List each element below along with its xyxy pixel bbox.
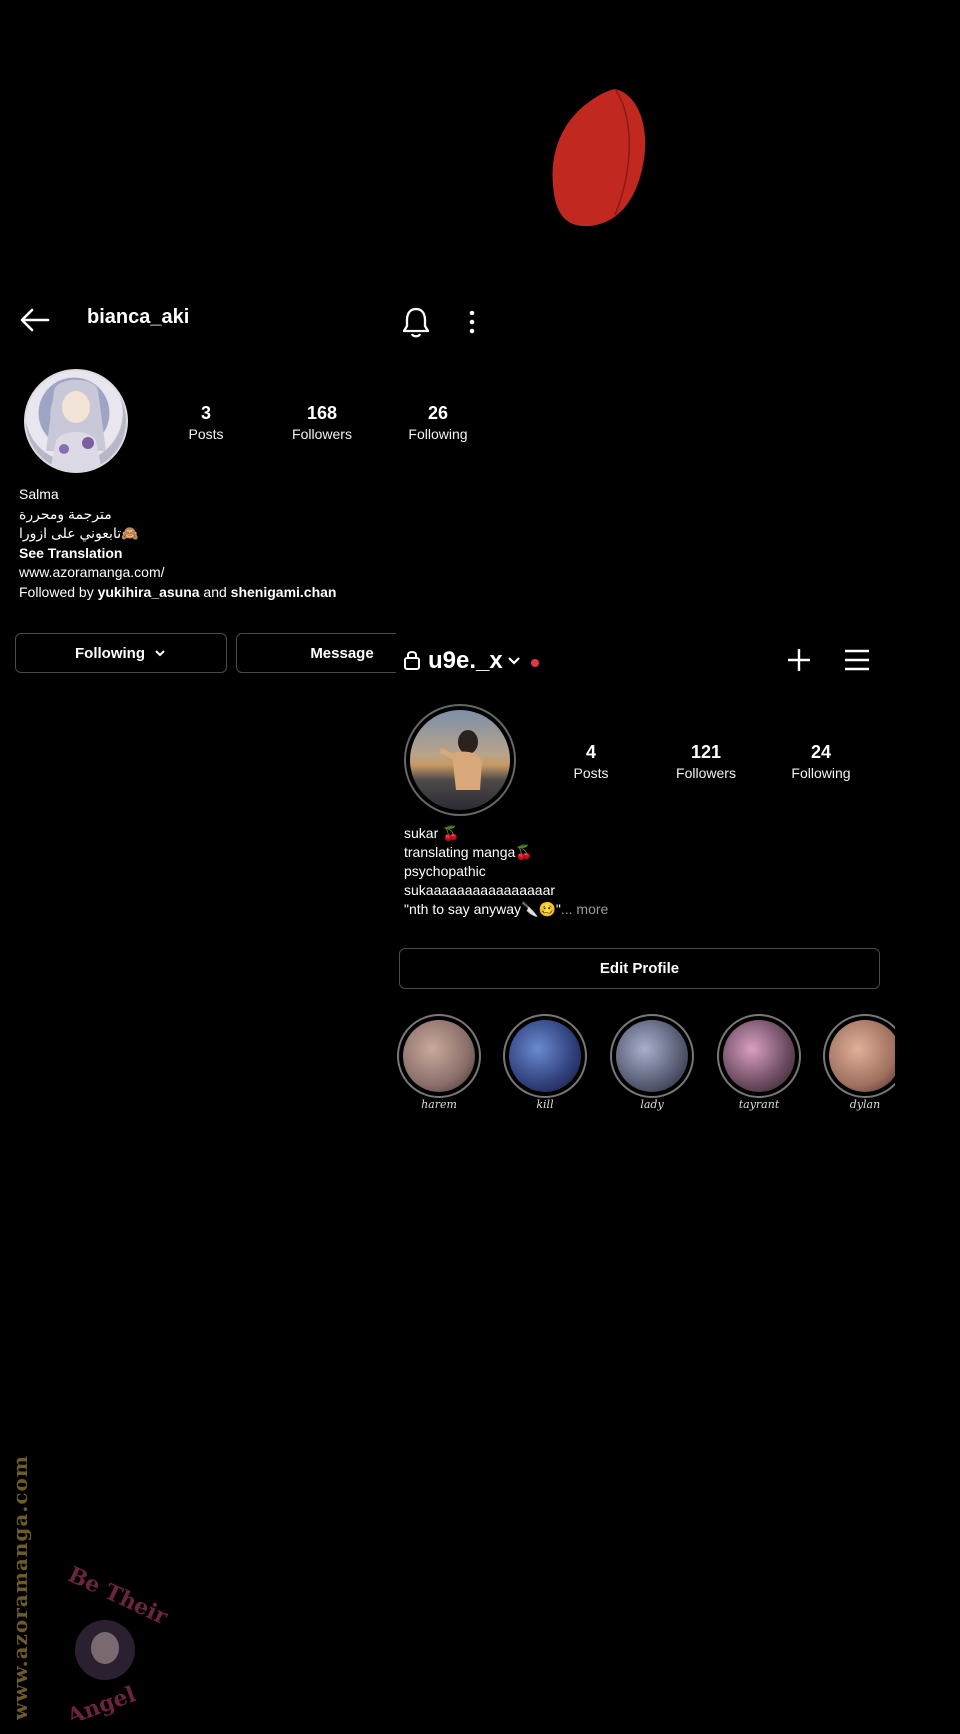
stat-label: Followers [292, 426, 352, 442]
profile-two-avatar[interactable] [410, 710, 510, 810]
svg-text:Angel: Angel [63, 1681, 139, 1720]
highlight-item[interactable]: kill [503, 1014, 587, 1111]
profile-one-bio: Salma مترجمة ومحررة تابعوني على ازورا🙈 S… [19, 485, 336, 602]
profile-two-bio: sukar 🍒 translating manga🍒 psychopathic … [404, 824, 608, 919]
highlight-cover [503, 1014, 587, 1098]
highlight-image [723, 1020, 795, 1092]
bio-line: sukaaaaaaaaaaaaaaaar [404, 882, 556, 898]
profile-one-avatar[interactable] [24, 369, 128, 473]
highlight-item[interactable]: lady [610, 1014, 694, 1111]
highlight-label: dylan [849, 1098, 881, 1111]
profile-one-name: Salma [19, 486, 59, 502]
stat-count: 168 [306, 403, 338, 423]
highlight-label: kill [536, 1098, 554, 1111]
stat-count: 24 [810, 742, 832, 762]
bio-line: "nth to say anyway🔪🥴" [404, 901, 561, 917]
highlight-cover [610, 1014, 694, 1098]
stat-label: Following [408, 426, 468, 442]
svg-text:Be Their: Be Their [64, 1562, 172, 1631]
bio-line-last: "nth to say anyway🔪🥴"... more [404, 900, 608, 919]
watermark-logo: Be Their Angel [63, 1562, 172, 1720]
edit-profile-button[interactable]: Edit Profile [399, 948, 880, 989]
stat-count: 4 [585, 742, 596, 762]
notification-dot [531, 659, 539, 667]
stat-label: Following [791, 765, 851, 781]
back-arrow-icon[interactable] [18, 303, 52, 337]
message-button-label: Message [310, 644, 374, 662]
profile-two-posts-stat[interactable]: 4 Posts [561, 741, 621, 783]
lock-icon [404, 651, 420, 670]
bio-line: تابعوني على ازورا🙈 [19, 525, 139, 541]
profile-one-username: bianca_aki [87, 306, 190, 328]
highlight-item[interactable]: tayrant [717, 1014, 801, 1111]
highlight-label: harem [421, 1098, 457, 1111]
followed-by-user-link[interactable]: yukihira_asuna [98, 584, 200, 600]
bio-line: translating manga🍒 [404, 844, 533, 860]
anime-girl-avatar-art [46, 379, 106, 471]
more-link[interactable]: ... more [561, 901, 608, 917]
followed-by-line: Followed by yukihira_asuna and shenigami… [19, 583, 336, 603]
bell-icon[interactable] [400, 305, 432, 339]
red-petal-drawing [552, 88, 646, 227]
stat-count: 121 [690, 742, 722, 762]
stat-label: Posts [188, 426, 224, 442]
highlight-image [829, 1020, 895, 1092]
highlight-image [403, 1020, 475, 1092]
profile-two-followers-stat[interactable]: 121 Followers [664, 741, 748, 783]
highlight-item[interactable]: dylan [823, 1014, 895, 1111]
following-button-label: Following [75, 644, 145, 662]
highlight-cover [823, 1014, 895, 1098]
highlight-image [616, 1020, 688, 1092]
followed-by-user-link[interactable]: shenigami.chan [231, 584, 337, 600]
bio-line: sukar 🍒 [404, 825, 460, 841]
profile-one-following-stat[interactable]: 26 Following [397, 402, 479, 444]
profile-two-following-stat[interactable]: 24 Following [779, 741, 863, 783]
profile-two-username[interactable]: u9e._x [428, 647, 503, 675]
create-plus-icon[interactable] [786, 647, 812, 673]
see-translation-link[interactable]: See Translation [19, 544, 336, 564]
stat-count: 26 [427, 403, 449, 423]
bio-line: psychopathic [404, 863, 486, 879]
highlight-label: lady [640, 1098, 664, 1111]
highlight-item[interactable]: harem [397, 1014, 481, 1111]
stat-label: Posts [573, 765, 609, 781]
following-button[interactable]: Following [15, 633, 227, 673]
highlight-cover [397, 1014, 481, 1098]
girl-photo-avatar-art [438, 730, 482, 790]
highlight-cover [717, 1014, 801, 1098]
website-link[interactable]: www.azoramanga.com/ [19, 563, 336, 583]
chevron-down-icon [155, 650, 165, 657]
followed-by-prefix: Followed by [19, 583, 98, 600]
highlight-label: tayrant [738, 1098, 780, 1111]
stat-label: Followers [676, 765, 736, 781]
profile-one-followers-stat[interactable]: 168 Followers [281, 402, 363, 444]
more-options-icon[interactable] [462, 307, 482, 337]
followed-by-and: and [199, 583, 231, 600]
edit-profile-button-label: Edit Profile [599, 960, 680, 977]
stat-count: 3 [200, 403, 211, 423]
watermark-site-text: www.azoramanga.com [8, 1454, 32, 1720]
account-switch-chevron-icon[interactable] [507, 656, 521, 666]
highlight-image [509, 1020, 581, 1092]
bio-line: مترجمة ومحررة [19, 505, 112, 522]
profile-one-posts-stat[interactable]: 3 Posts [176, 402, 236, 444]
hamburger-menu-icon[interactable] [843, 647, 871, 673]
